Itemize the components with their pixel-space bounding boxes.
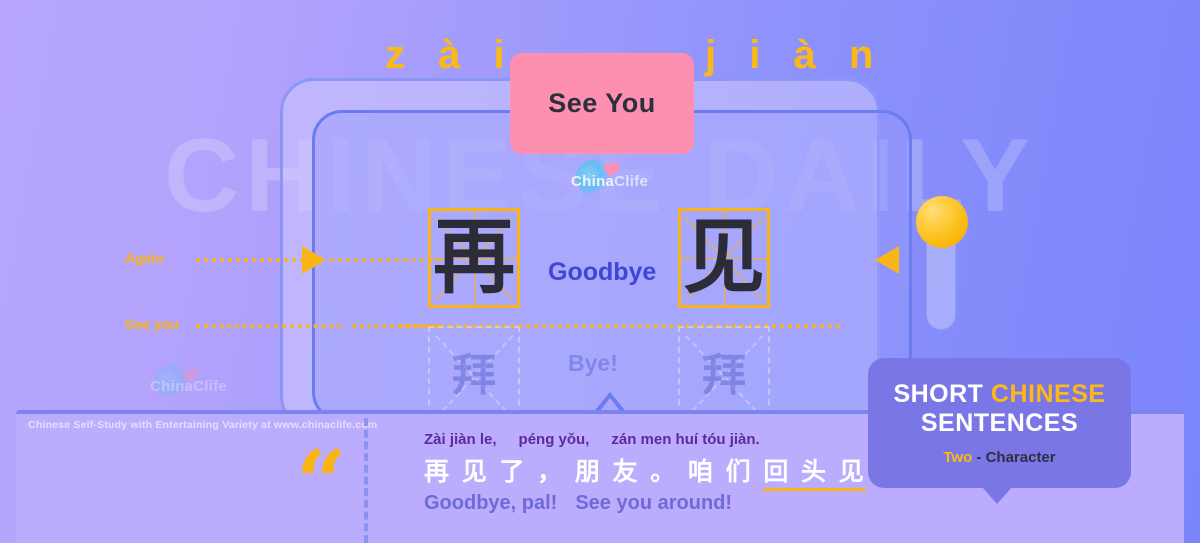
guide-label-again: Again (125, 250, 164, 266)
badge-line-3-accent: Two (943, 448, 973, 466)
badge-line-1-accent: CHINESE (990, 379, 1106, 408)
logo-text-a-lower: China (150, 378, 194, 395)
short-chinese-sentences-badge[interactable]: SHORT CHINESE SENTENCES Two - Character (868, 358, 1131, 488)
sentence-english: Goodbye, pal! See you around! (424, 492, 732, 515)
sentence-hanzi-highlight: 回 头 见 (763, 457, 866, 491)
logo-text-a: China (571, 173, 615, 190)
badge-tail-pointer (982, 487, 1012, 504)
sentence-pinyin-part-3: zán men huí tóu jiàn. (611, 431, 760, 448)
logo-text-b: Clife (614, 173, 649, 190)
slider-knob[interactable] (916, 196, 968, 248)
dotted-guide-line (196, 258, 304, 262)
ghost-hanzi-character: 拜 (452, 350, 496, 401)
hanzi-character: 再 (432, 210, 515, 305)
arrow-right-icon (302, 246, 326, 274)
badge-line-2: SENTENCES (920, 409, 1079, 437)
primary-gloss-goodbye: Goodbye (548, 258, 657, 286)
badge-line-1-white: SHORT (893, 379, 991, 408)
pinyin-jian: j i à n (705, 33, 885, 77)
badge-line-1: SHORT CHINESE (893, 379, 1106, 409)
sentence-pinyin: Zài jiàn le, péng yǒu, zán men huí tóu jià… (424, 431, 760, 448)
sentence-pinyin-part-1: Zài jiàn le, (424, 431, 497, 448)
sentence-hanzi: 再 见 了 ， 朋 友 。 咱 们 回 头 见 。 (424, 452, 903, 491)
badge-line-3: Two - Character (943, 449, 1055, 466)
sentence-english-part-2: See you around! (575, 492, 733, 514)
ghost-gloss-bye: Bye! (568, 350, 618, 376)
dotted-guide-line (196, 324, 341, 328)
arrow-left-icon (875, 246, 899, 274)
badge-line-3-rest: - Character (972, 448, 1056, 466)
sentence-hanzi-plain-1: 再 见 了 ， 朋 友 。 咱 们 (424, 457, 764, 486)
ghost-hanzi-character: 拜 (702, 350, 746, 401)
chinaclife-logo-lower: ChinaClife (150, 378, 227, 395)
chinaclife-logo-center: ChinaClife (571, 173, 648, 190)
character-cell-jian: 见 (678, 208, 770, 308)
pinyin-zai: z à i (385, 33, 516, 77)
sentence-pinyin-part-2: péng yǒu, (518, 431, 590, 448)
character-cell-zai: 再 (428, 208, 520, 308)
guide-label-see-you: See you (125, 316, 179, 332)
vertical-dashed-divider (364, 418, 368, 543)
logo-text-b-lower: Clife (193, 378, 228, 395)
dotted-guide-line (330, 258, 440, 262)
hanzi-character: 见 (682, 210, 765, 305)
quote-icon: “ (296, 430, 347, 534)
sentence-english-part-1: Goodbye, pal! (424, 492, 558, 514)
see-you-badge-label: See You (548, 88, 656, 118)
infographic-canvas: CHINESE DAILY z à i j i à n See You Chin… (0, 0, 1200, 543)
see-you-badge[interactable]: See You (510, 53, 694, 154)
